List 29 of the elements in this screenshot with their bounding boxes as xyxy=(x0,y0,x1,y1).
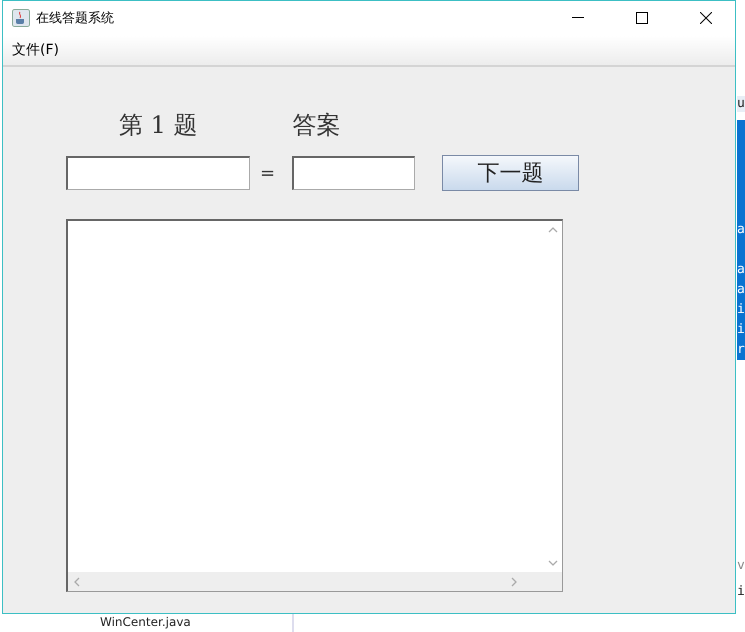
code-fragment: r xyxy=(737,342,745,358)
scroll-up-icon[interactable] xyxy=(548,225,558,235)
scroll-left-icon[interactable] xyxy=(72,576,82,586)
panel-fragment: v xyxy=(737,558,745,574)
answer-label: 答案 xyxy=(292,110,341,141)
next-button[interactable]: 下一题 xyxy=(442,155,580,191)
code-fragment: i xyxy=(737,322,745,338)
question-field[interactable] xyxy=(66,156,250,190)
coffee-cup-icon xyxy=(12,9,30,27)
question-label: 第 1 题 xyxy=(119,110,198,141)
code-fragment: a xyxy=(737,262,745,278)
scroll-down-icon[interactable] xyxy=(548,558,558,568)
output-area[interactable] xyxy=(66,219,563,592)
maximize-icon xyxy=(636,12,648,24)
window-title: 在线答题系统 xyxy=(36,10,115,27)
code-fragment: u xyxy=(737,96,745,112)
horizontal-scrollbar[interactable] xyxy=(68,572,543,591)
answer-field[interactable] xyxy=(292,156,416,190)
menu-item[interactable]: 文件(F) xyxy=(9,41,62,59)
minimize-icon xyxy=(572,17,584,19)
code-fragment: i xyxy=(737,302,745,318)
code-fragment: a xyxy=(737,282,745,298)
code-fragment: a xyxy=(737,222,745,238)
equals-sign: = xyxy=(260,162,276,184)
panel-fragment: i xyxy=(737,584,745,600)
close-icon xyxy=(700,12,712,24)
scrollbar-corner xyxy=(543,572,562,591)
file-tree-item[interactable]: WinCenter.java xyxy=(100,615,191,630)
scroll-right-icon[interactable] xyxy=(509,576,519,586)
